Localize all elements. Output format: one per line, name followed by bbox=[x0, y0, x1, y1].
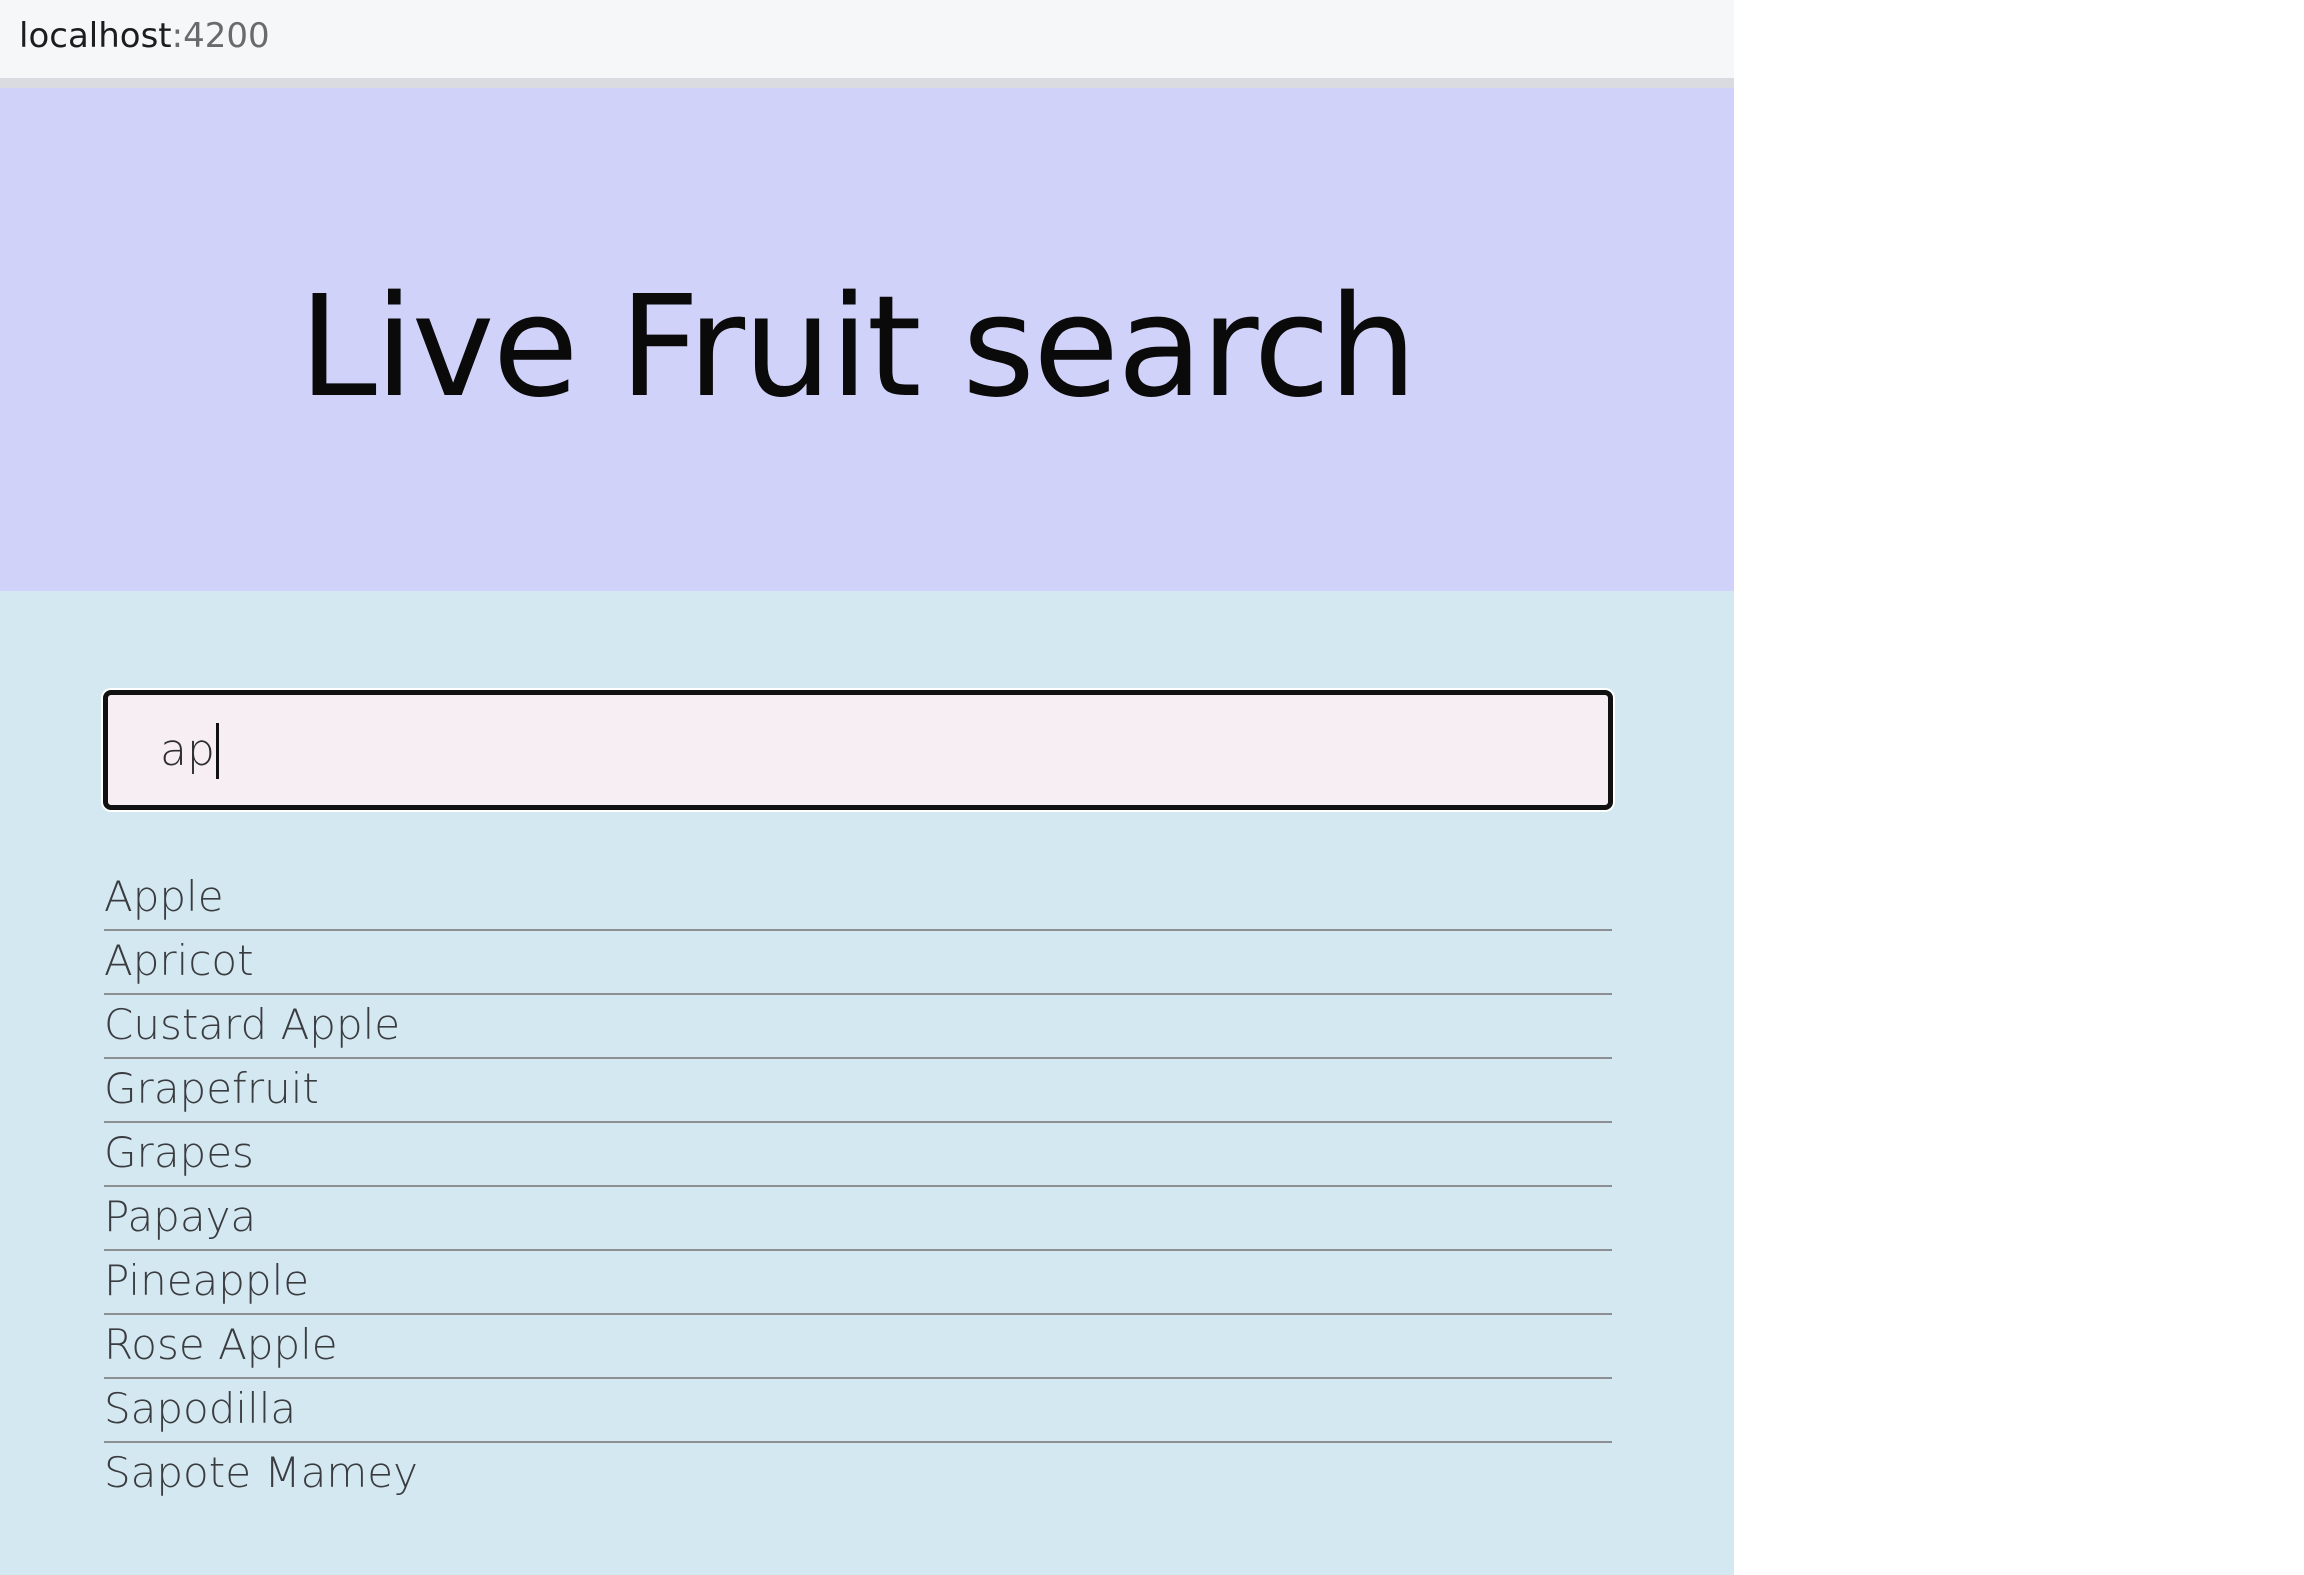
list-item[interactable]: Rose Apple bbox=[104, 1315, 1612, 1379]
search-section: ap Apple Apricot Custard Apple Grapefrui… bbox=[0, 591, 1734, 1575]
search-input-value[interactable]: ap bbox=[160, 723, 219, 779]
list-item[interactable]: Apricot bbox=[104, 931, 1612, 995]
page-title: Live Fruit search bbox=[298, 266, 1417, 429]
search-input[interactable]: ap bbox=[103, 690, 1613, 810]
list-item[interactable]: Papaya bbox=[104, 1187, 1612, 1251]
search-query-text: ap bbox=[160, 725, 215, 776]
list-item[interactable]: Pineapple bbox=[104, 1251, 1612, 1315]
results-list: Apple Apricot Custard Apple Grapefruit G… bbox=[104, 867, 1612, 1505]
address-bar[interactable]: localhost:4200 bbox=[0, 0, 1734, 88]
browser-viewport: localhost:4200 Live Fruit search ap Appl… bbox=[0, 0, 1734, 1575]
list-item[interactable]: Grapefruit bbox=[104, 1059, 1612, 1123]
url-text[interactable]: localhost:4200 bbox=[19, 14, 270, 58]
text-caret bbox=[215, 723, 219, 779]
list-item[interactable]: Grapes bbox=[104, 1123, 1612, 1187]
list-item[interactable]: Custard Apple bbox=[104, 995, 1612, 1059]
hero-banner: Live Fruit search bbox=[0, 88, 1734, 591]
url-port: :4200 bbox=[171, 16, 270, 56]
list-item[interactable]: Apple bbox=[104, 867, 1612, 931]
list-item[interactable]: Sapodilla bbox=[104, 1379, 1612, 1443]
list-item[interactable]: Sapote Mamey bbox=[104, 1443, 1612, 1505]
url-host: localhost bbox=[19, 16, 172, 56]
